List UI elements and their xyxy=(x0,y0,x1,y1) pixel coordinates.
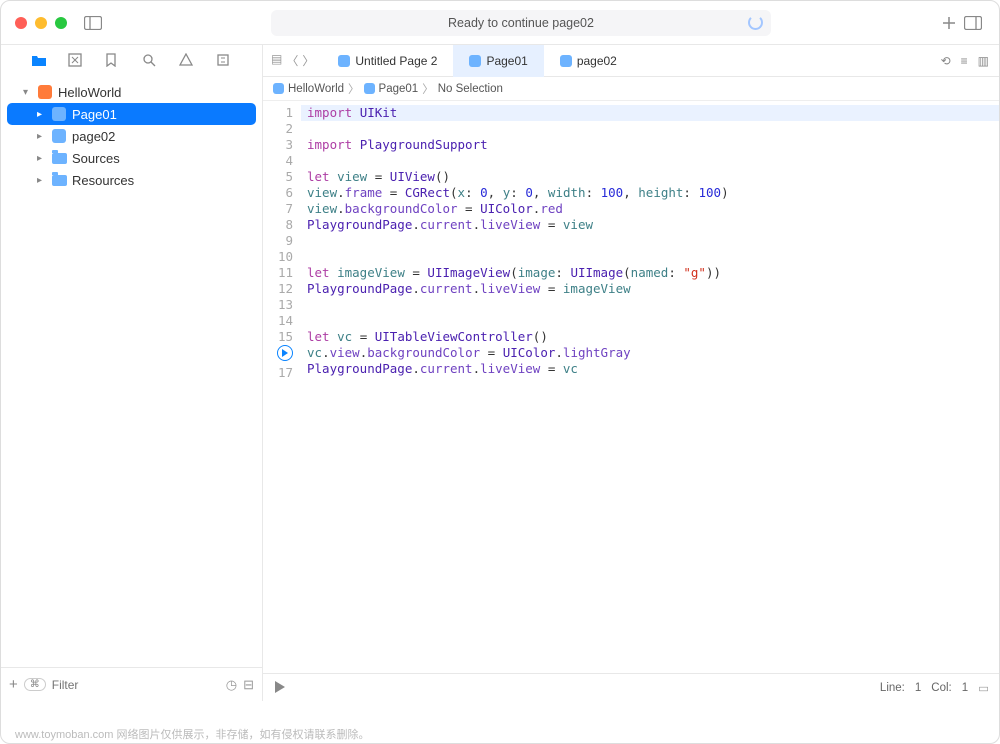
console-icon[interactable]: ▭ xyxy=(978,681,989,695)
issues-icon[interactable] xyxy=(179,53,195,69)
tab-untitled[interactable]: Untitled Page 2 xyxy=(322,45,453,77)
tree-item-page01[interactable]: ▸ Page01 xyxy=(7,103,256,125)
spinner-icon xyxy=(748,15,763,30)
swift-icon xyxy=(560,55,572,67)
swift-icon xyxy=(51,128,67,144)
col-label: Col: xyxy=(931,682,951,694)
tree-item-page02[interactable]: ▸ page02 xyxy=(1,125,262,147)
add-icon[interactable]: + xyxy=(9,676,18,693)
editor-area: ▤ 〈 〉 Untitled Page 2 Page01 page02 ⟲ ≡ … xyxy=(263,45,999,701)
toggle-sidebar-icon[interactable] xyxy=(81,11,105,35)
tree-item-sources[interactable]: ▸ Sources xyxy=(1,147,262,169)
tree-label: HelloWorld xyxy=(58,85,121,100)
toggle-inspectors-icon[interactable] xyxy=(961,11,985,35)
tabbar: ▤ 〈 〉 Untitled Page 2 Page01 page02 ⟲ ≡ … xyxy=(263,45,999,77)
tree-root[interactable]: ▾ HelloWorld xyxy=(1,81,262,103)
source[interactable]: import UIKitimport PlaygroundSupport let… xyxy=(301,101,999,673)
tree-item-resources[interactable]: ▸ Resources xyxy=(1,169,262,191)
jumpbar[interactable]: HelloWorld 〉 Page01 〉 No Selection xyxy=(263,77,999,101)
zoom-window[interactable] xyxy=(55,17,67,29)
filter-input[interactable] xyxy=(52,678,220,692)
swift-icon xyxy=(364,83,375,94)
scope-icon[interactable]: ⊟ xyxy=(243,677,254,693)
find-icon[interactable] xyxy=(142,53,158,69)
tab-page01[interactable]: Page01 xyxy=(453,45,543,77)
chevron-right-icon: ▸ xyxy=(37,153,51,164)
line-value: 1 xyxy=(915,682,921,694)
chevron-down-icon: ▾ xyxy=(23,87,37,98)
tree-label: Resources xyxy=(72,173,134,188)
titlebar: Ready to continue page02 xyxy=(1,1,999,45)
back-icon[interactable]: 〈 xyxy=(286,52,298,69)
minimize-window[interactable] xyxy=(35,17,47,29)
tree-label: Sources xyxy=(72,151,120,166)
tab-label: Untitled Page 2 xyxy=(355,54,437,68)
refresh-icon[interactable]: ⟲ xyxy=(941,54,951,68)
source-control-icon[interactable] xyxy=(68,53,84,69)
jumpbar-selection[interactable]: No Selection xyxy=(438,83,503,95)
folder-icon xyxy=(51,172,67,188)
code-editor[interactable]: 12345678910111213141517 import UIKitimpo… xyxy=(263,101,999,673)
tab-page02[interactable]: page02 xyxy=(544,45,633,77)
tab-label: page02 xyxy=(577,54,617,68)
close-window[interactable] xyxy=(15,17,27,29)
swift-icon xyxy=(273,83,284,94)
add-button[interactable] xyxy=(937,11,961,35)
play-icon[interactable] xyxy=(273,680,289,696)
swift-icon xyxy=(338,55,350,67)
chevron-right-icon: ▸ xyxy=(37,175,51,186)
tab-label: Page01 xyxy=(486,54,527,68)
sidebar-footer: + ⌘ ◷ ⊟ xyxy=(1,667,262,701)
folder-icon xyxy=(51,150,67,166)
col-value: 1 xyxy=(962,682,968,694)
watermark: www.toymoban.com 网络图片仅供展示，非存储，如有侵权请联系删除。 xyxy=(15,726,369,742)
chevron-right-icon: ▸ xyxy=(37,109,51,120)
swift-icon xyxy=(469,55,481,67)
chevron-right-icon: ▸ xyxy=(37,131,51,142)
status-text: Ready to continue page02 xyxy=(271,10,771,36)
swift-icon xyxy=(51,106,67,122)
line-label: Line: xyxy=(880,682,905,694)
lines-icon[interactable]: ≡ xyxy=(961,54,968,68)
gutter: 12345678910111213141517 xyxy=(263,101,301,673)
jumpbar-root[interactable]: HelloWorld xyxy=(288,83,344,95)
project-tree: ▾ HelloWorld ▸ Page01 ▸ page02 ▸ Sources… xyxy=(1,77,262,667)
swift-icon xyxy=(37,84,53,100)
navigator-tabs xyxy=(1,45,262,77)
debug-icon[interactable] xyxy=(216,53,232,69)
tree-label: page02 xyxy=(72,129,115,144)
project-navigator-icon[interactable] xyxy=(31,53,47,69)
related-items-icon[interactable]: ▤ xyxy=(271,52,282,69)
tree-label: Page01 xyxy=(72,107,117,122)
filter-scope-icon[interactable]: ⌘ xyxy=(24,678,46,691)
navigator-sidebar: ▾ HelloWorld ▸ Page01 ▸ page02 ▸ Sources… xyxy=(1,45,263,701)
forward-icon[interactable]: 〉 xyxy=(302,52,314,69)
adjust-editor-icon[interactable]: ▥ xyxy=(978,54,989,68)
bookmark-icon[interactable] xyxy=(105,53,121,69)
jumpbar-file[interactable]: Page01 xyxy=(379,83,419,95)
statusbar: Line: 1 Col: 1 ▭ xyxy=(263,673,999,701)
traffic-lights xyxy=(15,17,67,29)
clock-icon[interactable]: ◷ xyxy=(226,677,237,693)
